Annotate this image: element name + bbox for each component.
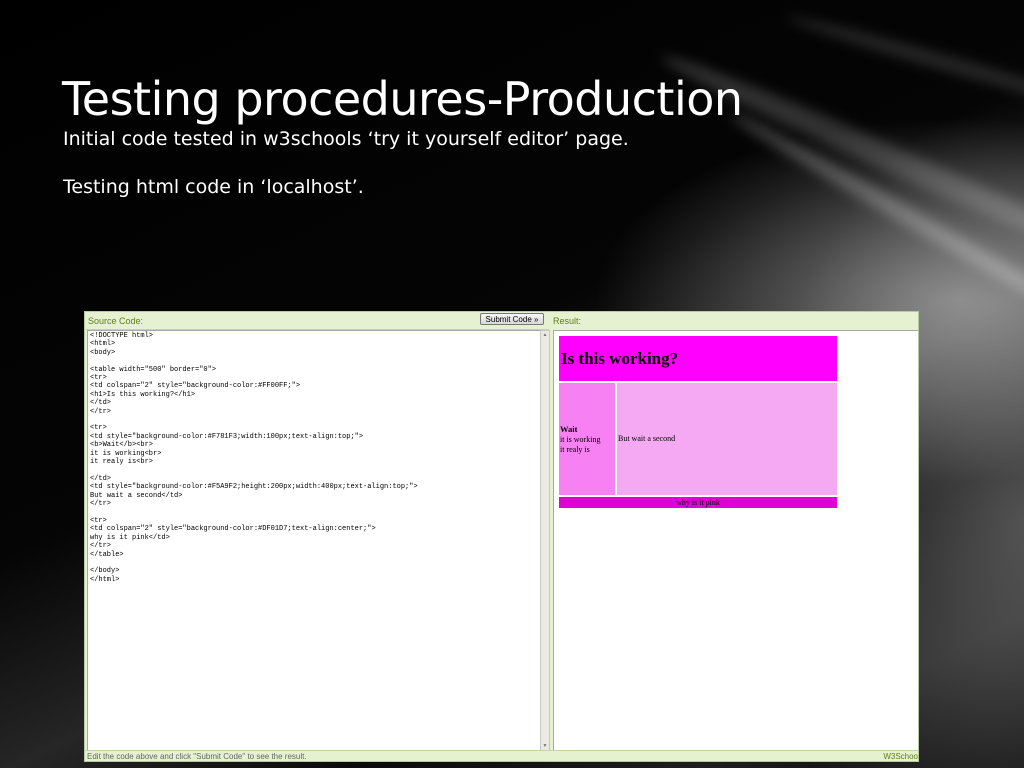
footer-hint: Edit the code above and click "Submit Co… bbox=[87, 752, 307, 761]
editor-footer: Edit the code above and click "Submit Co… bbox=[85, 750, 918, 761]
submit-code-button[interactable]: Submit Code » bbox=[480, 313, 544, 325]
result-frame: Is this working? Wait it is working it r… bbox=[553, 330, 918, 751]
result-left-bold: Wait bbox=[560, 424, 578, 434]
slide-title: Testing procedures-Production bbox=[62, 72, 743, 126]
source-code-textarea[interactable]: <!DOCTYPE html> <html> <body> <table wid… bbox=[87, 330, 540, 751]
result-cell-right: But wait a second bbox=[617, 383, 837, 495]
w3schools-editor-screenshot: Source Code: Submit Code » <!DOCTYPE htm… bbox=[84, 311, 919, 762]
source-code-text: <!DOCTYPE html> <html> <body> <table wid… bbox=[90, 332, 418, 584]
result-label: Result: bbox=[553, 316, 582, 326]
slide-bullet-2: Testing html code in ‘localhost’. bbox=[63, 176, 364, 198]
result-header: Result: bbox=[550, 312, 918, 329]
result-left-line-1: it is working bbox=[560, 434, 601, 444]
result-cell-left: Wait it is working it realy is bbox=[559, 383, 615, 495]
result-right-text: But wait a second bbox=[618, 434, 676, 443]
source-code-label: Source Code: bbox=[88, 316, 144, 326]
light-streak bbox=[785, 10, 1024, 124]
scroll-up-arrow-icon[interactable]: ▲ bbox=[541, 331, 549, 339]
result-cell-bottom: why is it pink bbox=[559, 497, 837, 508]
slide-bullet-1: Initial code tested in w3schools ‘try it… bbox=[63, 128, 629, 150]
source-code-header: Source Code: Submit Code » bbox=[85, 312, 549, 330]
result-heading: Is this working? bbox=[561, 349, 679, 368]
source-scrollbar[interactable]: ▲ ▼ bbox=[540, 330, 550, 751]
footer-brand: W3Schoo bbox=[883, 752, 918, 761]
result-cell-top: Is this working? bbox=[559, 336, 837, 381]
scroll-down-arrow-icon[interactable]: ▼ bbox=[541, 742, 549, 750]
result-left-line-2: it realy is bbox=[560, 445, 590, 454]
